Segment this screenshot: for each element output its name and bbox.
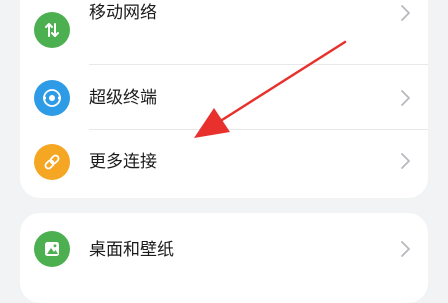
annotation-arrow-icon [194, 40, 347, 138]
